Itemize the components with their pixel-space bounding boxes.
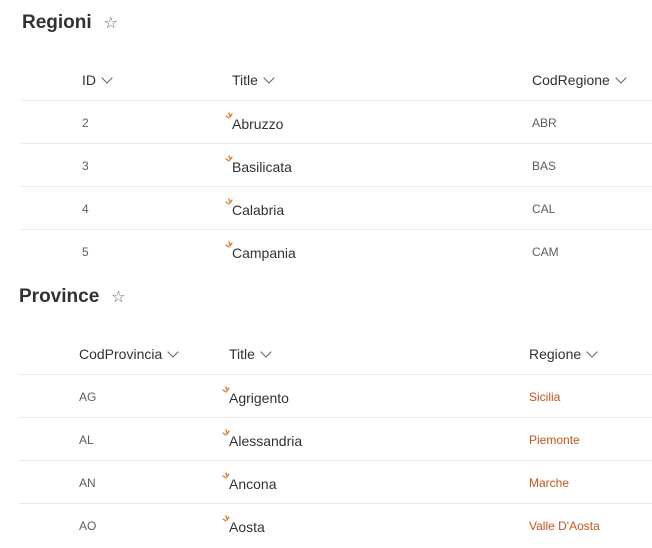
table-row[interactable]: AL Alessandria Piemonte: [18, 417, 652, 461]
column-header-regione[interactable]: Regione: [529, 334, 598, 374]
column-header-label: Title: [232, 72, 258, 88]
cell-id: 5: [82, 230, 89, 273]
cell-title-text[interactable]: Campania: [232, 245, 296, 261]
cell-title[interactable]: Ancona: [222, 461, 276, 505]
new-item-icon: [222, 472, 230, 479]
cell-codregione-text: CAM: [532, 244, 559, 259]
table-row[interactable]: 5 Campania CAM: [21, 229, 652, 273]
cell-codregione: ABR: [532, 101, 557, 144]
new-item-icon: [222, 429, 230, 436]
chevron-down-icon: [167, 346, 179, 358]
table-row[interactable]: 2 Abruzzo ABR: [21, 100, 652, 144]
table-row[interactable]: AO Aosta Valle D'Aosta: [18, 503, 652, 547]
cell-id-text: 4: [82, 201, 89, 216]
column-header-label: CodRegione: [532, 72, 610, 88]
cell-codprovincia-text: AN: [79, 475, 96, 490]
favorite-star-icon[interactable]: ☆: [111, 287, 125, 307]
cell-codprovincia-text: AO: [79, 518, 97, 533]
new-item-icon: [222, 515, 230, 522]
cell-regione-link-text[interactable]: Marche: [529, 476, 569, 490]
cell-regione-link[interactable]: Piemonte: [529, 418, 580, 461]
cell-codprovincia-text: AG: [79, 389, 97, 404]
cell-id-text: 2: [82, 115, 89, 130]
regioni-header-row: ID Title CodRegione: [0, 60, 652, 100]
cell-title[interactable]: Basilicata: [225, 144, 292, 188]
new-item-icon: [225, 155, 233, 162]
new-item-icon: [225, 112, 233, 119]
new-item-icon: [225, 241, 233, 248]
cell-id-text: 5: [82, 244, 89, 259]
cell-title[interactable]: Abruzzo: [225, 101, 283, 145]
regioni-list-title: Regioni ☆: [22, 12, 118, 34]
cell-regione-link-text[interactable]: Valle D'Aosta: [529, 519, 600, 533]
column-header-codregione[interactable]: CodRegione: [532, 60, 627, 100]
table-row[interactable]: AN Ancona Marche: [18, 460, 652, 504]
cell-codprovincia: AL: [79, 418, 94, 461]
cell-id: 2: [82, 101, 89, 144]
province-title-text: Province: [19, 286, 100, 307]
chevron-down-icon: [615, 72, 627, 84]
cell-codprovincia: AN: [79, 461, 96, 504]
cell-title[interactable]: Agrigento: [222, 375, 289, 419]
cell-title-text[interactable]: Agrigento: [229, 390, 289, 406]
cell-regione-link-text[interactable]: Piemonte: [529, 433, 580, 447]
cell-regione-link-text[interactable]: Sicilia: [529, 390, 560, 404]
favorite-star-icon[interactable]: ☆: [104, 13, 118, 33]
cell-regione-link[interactable]: Marche: [529, 461, 569, 504]
chevron-down-icon: [586, 346, 598, 358]
column-header-label: CodProvincia: [79, 346, 163, 362]
cell-codregione: CAM: [532, 230, 559, 273]
cell-title-text[interactable]: Abruzzo: [232, 116, 283, 132]
cell-title[interactable]: Aosta: [222, 504, 265, 548]
cell-title[interactable]: Alessandria: [222, 418, 302, 462]
cell-title-text[interactable]: Calabria: [232, 202, 284, 218]
chevron-down-icon: [260, 346, 272, 358]
table-row[interactable]: AG Agrigento Sicilia: [18, 374, 652, 418]
column-header-codprovincia[interactable]: CodProvincia: [79, 334, 179, 374]
chevron-down-icon: [101, 72, 113, 84]
cell-codprovincia: AG: [79, 375, 96, 418]
column-header-title[interactable]: Title: [232, 60, 275, 100]
cell-id-text: 3: [82, 158, 89, 173]
cell-codprovincia-text: AL: [79, 432, 94, 447]
cell-title[interactable]: Campania: [225, 230, 296, 274]
new-item-icon: [222, 386, 230, 393]
column-header-id[interactable]: ID: [82, 60, 113, 100]
province-list-title: Province ☆: [19, 286, 126, 308]
province-header-row: CodProvincia Title Regione: [0, 334, 652, 374]
cell-title-text[interactable]: Aosta: [229, 519, 265, 535]
column-header-title[interactable]: Title: [229, 334, 272, 374]
cell-id: 3: [82, 144, 89, 187]
cell-codregione: BAS: [532, 144, 556, 187]
chevron-down-icon: [263, 72, 275, 84]
column-header-label: Regione: [529, 346, 582, 362]
regioni-title-text: Regioni: [22, 12, 92, 33]
cell-title-text[interactable]: Alessandria: [229, 433, 302, 449]
cell-regione-link[interactable]: Sicilia: [529, 375, 560, 418]
cell-codregione-text: CAL: [532, 201, 556, 216]
cell-title-text[interactable]: Basilicata: [232, 159, 292, 175]
cell-codregione-text: BAS: [532, 158, 557, 173]
table-row[interactable]: 3 Basilicata BAS: [21, 143, 652, 187]
cell-codregione-text: ABR: [532, 115, 557, 130]
cell-codprovincia: AO: [79, 504, 96, 547]
cell-title-text[interactable]: Ancona: [229, 476, 276, 492]
cell-title[interactable]: Calabria: [225, 187, 284, 231]
new-item-icon: [225, 198, 233, 205]
cell-id: 4: [82, 187, 89, 230]
column-header-label: ID: [82, 72, 96, 88]
cell-regione-link[interactable]: Valle D'Aosta: [529, 504, 600, 547]
table-row[interactable]: 4 Calabria CAL: [21, 186, 652, 230]
cell-codregione: CAL: [532, 187, 555, 230]
column-header-label: Title: [229, 346, 255, 362]
